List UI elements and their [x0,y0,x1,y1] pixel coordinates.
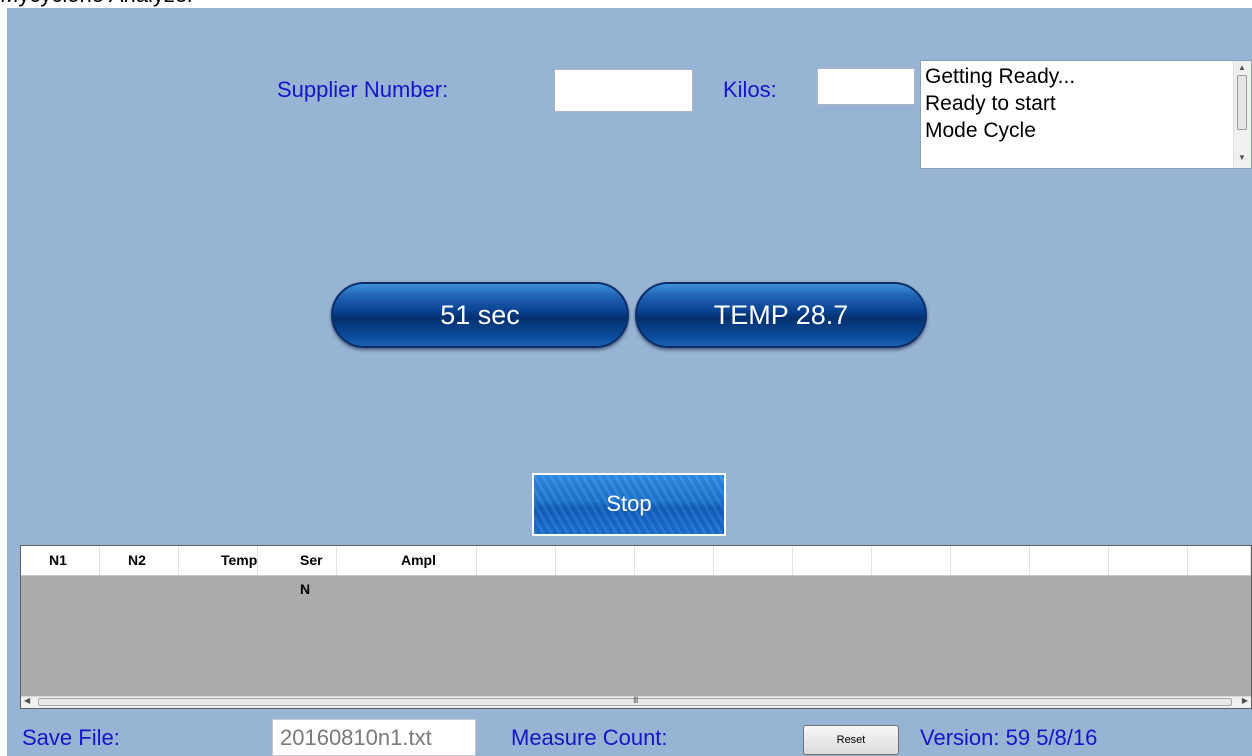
scrollbar-thumb[interactable] [1237,75,1247,130]
column-header-empty[interactable] [556,546,635,575]
grip-icon: III [633,695,638,705]
scroll-down-icon[interactable]: ▼ [1238,153,1246,162]
column-header-empty[interactable] [1109,546,1188,575]
window-title: Mycyclone Analyzer [0,0,1252,8]
timer-indicator: 51 sec [331,282,629,348]
column-header-empty[interactable] [477,546,556,575]
kilos-label: Kilos: [723,77,777,102]
scroll-left-icon[interactable]: ◀ [24,696,30,705]
column-header-empty[interactable] [1188,546,1251,575]
scrollbar-thumb[interactable]: III [38,695,1232,706]
status-log[interactable]: Getting Ready... Ready to start Mode Cyc… [920,60,1252,169]
kilos-input[interactable] [817,68,915,105]
status-line: Ready to start [925,92,1056,115]
column-header-empty[interactable] [951,546,1030,575]
reset-button[interactable]: Reset [803,725,899,755]
column-header-empty[interactable] [635,546,714,575]
supplier-number-input[interactable] [554,69,693,112]
supplier-number-label: Supplier Number: [277,77,449,102]
save-file-label: Save File: [22,725,120,750]
column-header-empty[interactable] [714,546,793,575]
grid-horizontal-scrollbar[interactable]: ◀ III ▶ [21,695,1251,708]
scroll-up-icon[interactable]: ▲ [1238,63,1246,72]
column-header-empty[interactable] [793,546,872,575]
status-log-scrollbar[interactable]: ▲ ▼ [1233,61,1251,168]
column-header-n1[interactable]: N1 [21,546,100,575]
column-header-temp[interactable]: Temp [179,546,258,575]
column-header-ampl[interactable]: Ampl [337,546,477,575]
scroll-right-icon[interactable]: ▶ [1242,696,1248,705]
column-header-n2[interactable]: N2 [100,546,179,575]
column-header-empty[interactable] [1030,546,1109,575]
column-header-ser-n[interactable]: Ser N [258,546,337,597]
status-line: Getting Ready... [925,65,1076,88]
temperature-indicator: TEMP 28.7 [635,282,927,348]
status-log-lines: Getting Ready... Ready to start Mode Cyc… [925,63,1075,144]
measure-count-label: Measure Count: [511,725,668,750]
status-line: Mode Cycle [925,119,1036,142]
grid-header: N1 N2 Temp Ser N Ampl [21,546,1251,597]
version-label: Version: 59 5/8/16 [920,725,1098,750]
window-title-text: Mycyclone Analyzer [0,0,194,8]
stop-button[interactable]: Stop [532,473,726,536]
save-file-field[interactable]: 20160810n1.txt [272,719,476,756]
measurement-grid[interactable]: N1 N2 Temp Ser N Ampl ◀ III ▶ [20,545,1252,709]
main-panel: Supplier Number: Kilos: Getting Ready...… [7,8,1252,756]
column-header-empty[interactable] [872,546,951,575]
